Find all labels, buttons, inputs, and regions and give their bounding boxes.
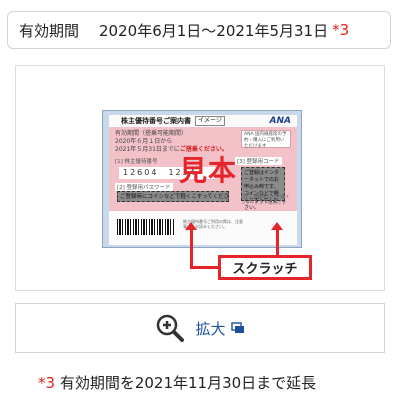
zoom-button[interactable]: 拡大 [15, 303, 385, 353]
validity-label: 有効期間 [19, 21, 80, 40]
extension-footnote: *3 有効期間を2021年11月30日まで延長 [38, 372, 316, 393]
validity-period-box: 有効期間 2020年6月1日〜2021年5月31日 *3 [7, 11, 391, 49]
ticket-valid-to-prefix: 2021年５月31日までに [115, 146, 180, 153]
ticket-password-scratch: ご登録時にコインなどで軽くこすってください。 [117, 191, 229, 202]
ticket-section-password-label: [2] 登録用パスワード [115, 183, 173, 191]
ticket-section-code-label: [3] 登録用コード [235, 157, 282, 165]
validity-range: 2020年6月1日〜2021年5月31日 [99, 21, 329, 40]
zoom-in-icon [157, 314, 185, 342]
footnote-text: 有効期間を2021年11月30日まで延長 [55, 374, 317, 392]
callout-line [190, 266, 218, 269]
ticket-valid-label: 有効期間（搭乗可能期間） [115, 130, 188, 137]
ticket-card: 株主優待番号ご案内書 イメージ ANA 有効期間（搭乗可能期間） 2020年６月… [109, 115, 297, 245]
sample-ticket-image: 株主優待番号ご案内書 イメージ ANA 有効期間（搭乗可能期間） 2020年６月… [15, 65, 385, 291]
ticket-right-note: [3] ご登録用コードはインターネット専用です [241, 195, 290, 206]
ticket-image-tag: イメージ [195, 115, 225, 126]
ticket-valid-from: 2020年６月１日から [115, 138, 173, 145]
ticket-title: 株主優待番号ご案内書 [121, 116, 191, 125]
ticket-ana-note: ANA 国内線座席の予約・購入にご利用いただけます [241, 130, 291, 149]
sample-stamp: 見本 [179, 154, 238, 187]
zoom-label[interactable]: 拡大 [195, 318, 225, 339]
ticket-header: 株主優待番号ご案内書 イメージ ANA [109, 115, 297, 126]
callout-line [276, 229, 279, 257]
ana-logo: ANA [269, 115, 291, 126]
ticket-section-number-label: [1] 株主優待番号 [115, 159, 158, 165]
callout-line [190, 229, 193, 268]
open-new-window-icon [230, 322, 244, 333]
scratch-callout-label: スクラッチ [218, 255, 312, 280]
validity-note-mark: *3 [332, 21, 350, 39]
barcode-icon [117, 219, 175, 235]
footnote-mark: *3 [38, 374, 56, 392]
